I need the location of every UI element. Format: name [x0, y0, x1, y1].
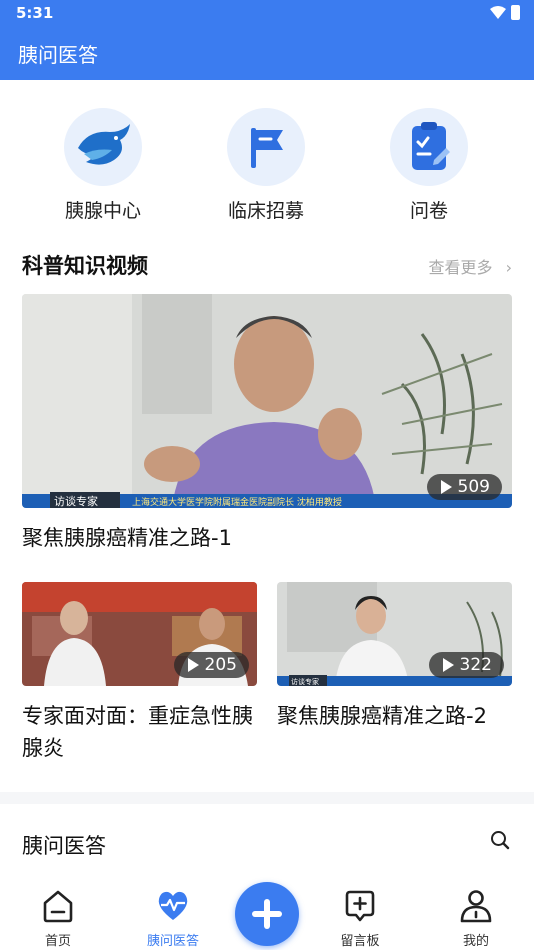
add-button[interactable] [235, 882, 299, 946]
clipboard-icon [390, 108, 468, 186]
section-title: 科普知识视频 [22, 254, 148, 278]
play-icon [440, 480, 452, 494]
video-caption: 访谈专家 [54, 494, 98, 508]
quick-item-label: 胰腺中心 [64, 200, 141, 222]
tab-home[interactable]: 首页 [18, 888, 98, 949]
flag-icon [227, 108, 305, 186]
tab-profile[interactable]: 我的 [436, 888, 516, 949]
video-title[interactable]: 聚焦胰腺癌精准之路-2 [277, 700, 517, 732]
wifi-icon [490, 5, 506, 24]
chevron-right-icon: › [505, 258, 512, 277]
play-count: 205 [204, 655, 237, 675]
play-count-badge: 205 [173, 652, 249, 678]
video-card[interactable]: 访谈专家 322 [277, 582, 512, 686]
play-icon [187, 658, 199, 672]
user-icon [460, 890, 492, 923]
tab-label: 我的 [462, 934, 489, 949]
play-count-badge: 509 [426, 474, 502, 500]
heart-pulse-icon [158, 891, 188, 920]
video-banner: 上海交通大学医学院附属瑞金医院副院长 沈柏用教授 [132, 496, 342, 508]
quick-item-pancreas-center[interactable]: 胰腺中心 [53, 108, 153, 223]
view-more-label: 查看更多 [428, 258, 493, 277]
quick-item-questionnaire[interactable]: 问卷 [379, 108, 479, 223]
tab-label: 首页 [44, 934, 71, 949]
status-bar: 5:31 [0, 0, 534, 26]
quick-item-label: 问卷 [409, 200, 448, 222]
tab-qa[interactable]: 胰问医答 [133, 888, 213, 949]
dolphin-icon [64, 108, 142, 186]
play-count: 322 [459, 655, 492, 675]
video-title[interactable]: 聚焦胰腺癌精准之路-1 [22, 522, 512, 554]
battery-icon [511, 5, 520, 20]
play-count: 509 [457, 477, 490, 497]
bottom-tab-bar: 首页 胰问医答 留言板 我的 [0, 882, 534, 950]
view-more-link[interactable]: 查看更多 › [428, 254, 512, 278]
section-divider [0, 792, 534, 804]
play-icon [442, 658, 454, 672]
video-card-large[interactable]: 访谈专家 上海交通大学医学院附属瑞金医院副院长 沈柏用教授 509 [22, 294, 512, 508]
tab-label: 胰问医答 [146, 934, 199, 949]
status-time: 5:31 [16, 4, 54, 22]
search-icon[interactable] [490, 830, 510, 854]
tab-label: 留言板 [340, 934, 380, 949]
app-title: 胰问医答 [18, 43, 98, 67]
quick-entries: 胰腺中心 临床招募 问卷 [0, 80, 534, 230]
tab-message-board[interactable]: 留言板 [320, 888, 400, 949]
app-bar: 胰问医答 [0, 26, 534, 80]
message-add-icon [345, 890, 375, 922]
quick-item-clinical-recruit[interactable]: 临床招募 [216, 108, 316, 223]
home-icon [43, 890, 73, 923]
play-count-badge: 322 [428, 652, 504, 678]
video-card[interactable]: 205 [22, 582, 257, 686]
video-caption: 访谈专家 [291, 677, 319, 686]
video-title[interactable]: 专家面对面：重症急性胰腺炎 [22, 700, 262, 764]
qa-section-title: 胰问医答 [22, 834, 106, 858]
section-header: 科普知识视频 查看更多 › [22, 250, 512, 280]
quick-item-label: 临床招募 [227, 200, 304, 222]
